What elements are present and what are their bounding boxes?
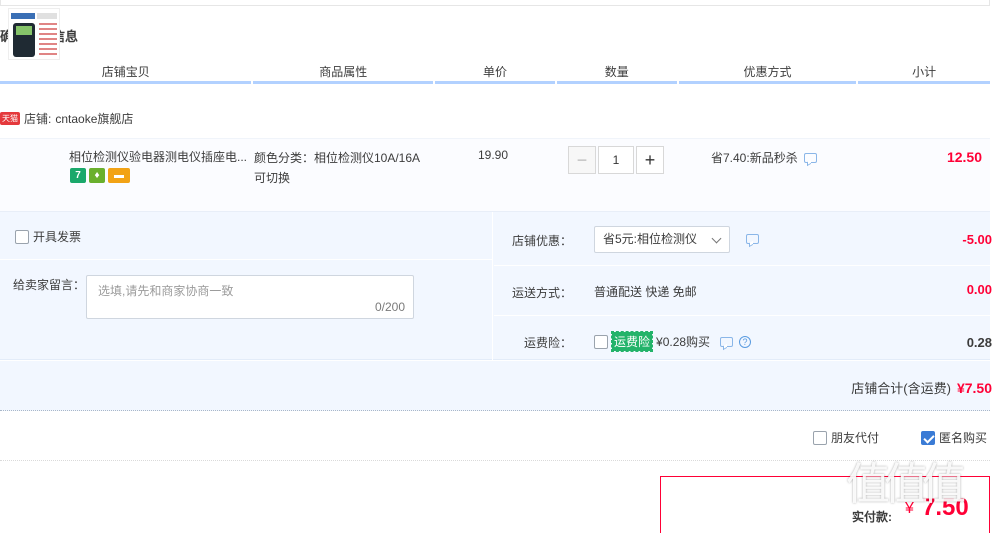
shop-total: 店铺合计(含运费) ¥7.50 <box>851 378 992 397</box>
table-header: 店铺宝贝 商品属性 单价 数量 优惠方式 小计 <box>0 64 990 84</box>
anonymous-label[interactable]: 匿名购买 <box>939 429 987 446</box>
shop-label: 店铺: <box>24 112 52 126</box>
col-header-attr: 商品属性 <box>253 64 434 84</box>
anonymous-checkbox[interactable] <box>921 430 935 445</box>
invoice-label[interactable]: 开具发票 <box>33 228 81 245</box>
message-placeholder: 选填,请先和商家协商一致 <box>98 284 234 298</box>
shop-total-label: 店铺合计(含运费) <box>851 381 951 396</box>
chat-icon[interactable] <box>720 336 734 347</box>
col-header-promo: 优惠方式 <box>678 64 857 84</box>
attr-line-2: 可切换 <box>254 171 291 185</box>
shop-total-amount: ¥7.50 <box>956 380 992 396</box>
invoice-option: 开具发票 <box>15 228 81 245</box>
promo-text: 省7.40:新品秒杀 <box>711 151 798 165</box>
insurance-tag: 运费险 <box>610 331 654 352</box>
shipping-amount: 0.00 <box>966 282 992 297</box>
service-icons: 7 ♦ ▬ <box>70 168 130 183</box>
shop-total-bar <box>0 361 990 411</box>
divider <box>494 265 990 266</box>
insurance-amount: 0.28 <box>966 335 992 350</box>
shipping-method: 普通配送 快递 免邮 <box>594 285 697 299</box>
item-subtotal: 12.50 <box>946 149 982 165</box>
promo-info: 省7.40:新品秒杀 <box>711 149 817 166</box>
col-header-qty: 数量 <box>556 64 677 84</box>
col-header-item: 店铺宝贝 <box>0 64 252 84</box>
service-7day-icon[interactable]: 7 <box>70 168 86 183</box>
col-header-subtotal: 小计 <box>858 64 990 84</box>
divider <box>0 259 493 260</box>
shop-discount-select[interactable]: 省5元:相位检测仪 <box>594 226 730 253</box>
watermark-text: 值值值 <box>846 459 966 510</box>
product-title-link[interactable]: 相位检测仪验电器测电仪插座电... <box>69 148 251 165</box>
message-char-count: 0/200 <box>374 300 405 314</box>
friend-pay-option: 朋友代付 <box>813 429 879 446</box>
friend-pay-label[interactable]: 朋友代付 <box>831 429 879 446</box>
insurance-price-text[interactable]: ¥0.28购买 <box>656 333 710 350</box>
divider <box>494 315 990 316</box>
service-card-icon[interactable]: ▬ <box>108 168 130 183</box>
shop-discount-value: 省5元:相位检测仪 <box>603 232 698 246</box>
shop-discount-label: 店铺优惠： <box>511 234 572 248</box>
tmall-badge: 天猫 <box>0 112 20 125</box>
qty-input[interactable]: 1 <box>598 146 634 174</box>
service-shield-icon[interactable]: ♦ <box>89 168 105 183</box>
insurance-option: 运费险 ¥0.28购买 ? <box>594 331 752 352</box>
insurance-checkbox[interactable] <box>594 334 608 349</box>
qty-plus-button[interactable]: + <box>636 146 664 174</box>
message-textarea[interactable]: 选填,请先和商家协商一致 0/200 <box>86 275 414 319</box>
shop-row: 天猫 店铺: cntaoke旗舰店 <box>0 110 133 127</box>
shipping-label: 运送方式： <box>511 286 572 300</box>
product-thumbnail[interactable] <box>8 8 60 60</box>
product-attributes: 颜色分类：相位检测仪10A/16A 可切换 <box>254 148 444 188</box>
help-icon[interactable]: ? <box>739 335 752 348</box>
col-header-price: 单价 <box>435 64 555 84</box>
shop-discount-amount: -5.00 <box>962 232 992 247</box>
unit-price: 19.90 <box>478 148 509 162</box>
quantity-stepper: − 1 + <box>568 146 664 174</box>
shop-name-link[interactable]: cntaoke旗舰店 <box>55 110 133 127</box>
insurance-label: 运费险： <box>523 336 572 350</box>
chevron-down-icon <box>711 233 722 244</box>
message-label: 给卖家留言： <box>13 278 86 292</box>
top-container-border <box>0 0 990 6</box>
invoice-checkbox[interactable] <box>15 229 29 244</box>
chat-icon[interactable] <box>746 234 759 244</box>
anonymous-option: 匿名购买 <box>921 429 987 446</box>
chat-icon[interactable] <box>803 152 817 163</box>
watermark-logo: 值值值 <box>846 448 966 512</box>
attr-line-1: 颜色分类：相位检测仪10A/16A <box>254 151 421 165</box>
qty-minus-button[interactable]: − <box>568 146 596 174</box>
friend-pay-checkbox[interactable] <box>813 430 827 445</box>
